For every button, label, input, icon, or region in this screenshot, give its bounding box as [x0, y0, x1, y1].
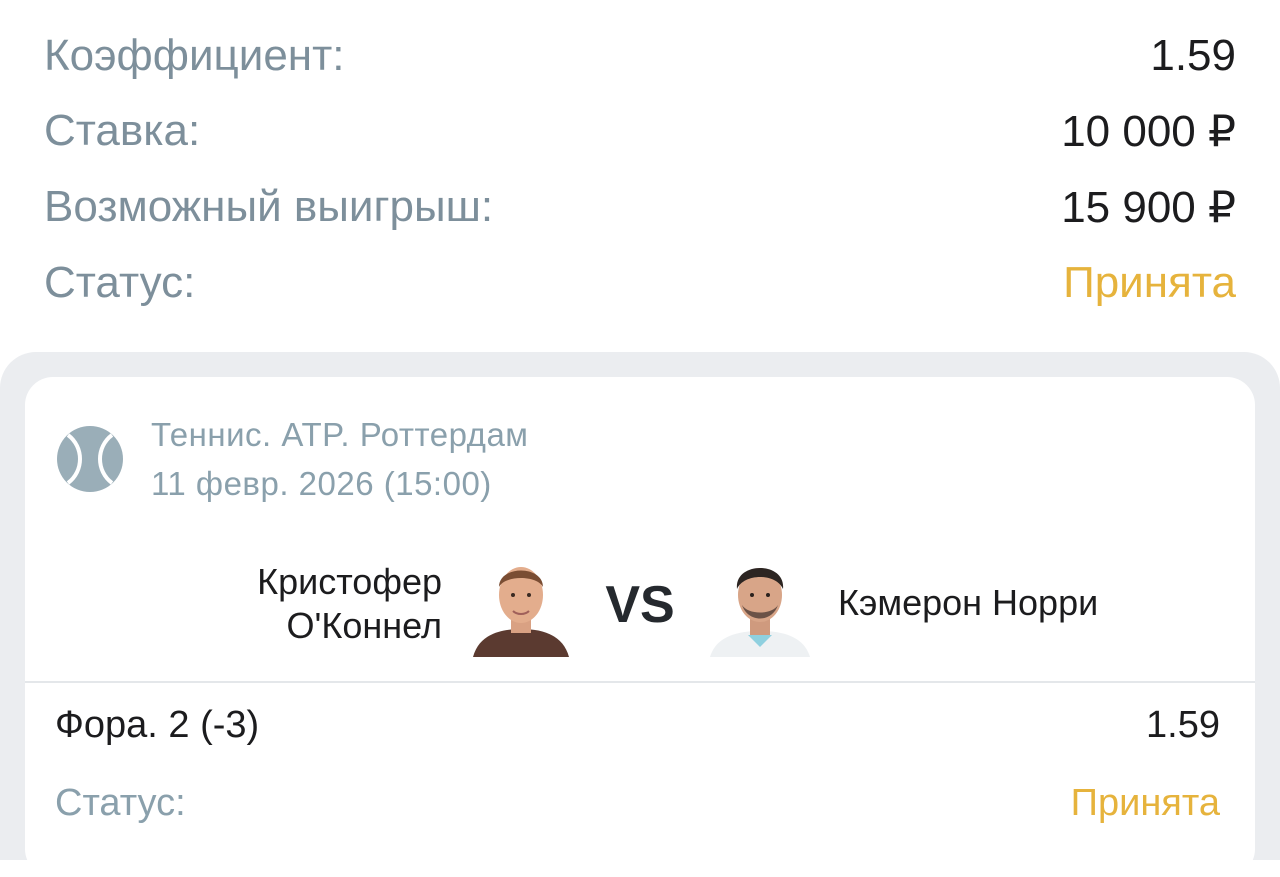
possible-win-row: Возможный выигрыш: 15 900 ₽ — [44, 177, 1236, 237]
player1-avatar — [473, 567, 569, 657]
status-row: Статус: Принята — [44, 253, 1236, 313]
status-label: Статус: — [44, 258, 196, 307]
possible-win-value: 15 900 ₽ — [1061, 182, 1236, 232]
coefficient-value: 1.59 — [1150, 31, 1236, 80]
stake-value: 10 000 ₽ — [1061, 106, 1236, 156]
bet-summary: Коэффициент: 1.59 Ставка: 10 000 ₽ Возмо… — [0, 0, 1280, 340]
card-divider — [25, 681, 1255, 683]
coefficient-label: Коэффициент: — [44, 31, 345, 80]
bet-market-row: Фора. 2 (-3) 1.59 — [55, 700, 1220, 750]
bet-status-label: Статус: — [55, 781, 186, 824]
player1-first-name: Кристофер — [257, 561, 442, 602]
stake-label: Ставка: — [44, 106, 201, 155]
bet-status-value: Принята — [1070, 781, 1220, 824]
player1-name: Кристофер О'Коннел — [142, 560, 442, 648]
player2-name: Кэмерон Норри — [838, 582, 1099, 623]
bet-odds: 1.59 — [1146, 703, 1220, 746]
stake-row: Ставка: 10 000 ₽ — [44, 101, 1236, 161]
coefficient-row: Коэффициент: 1.59 — [44, 26, 1236, 86]
bet-status-row: Статус: Принята — [55, 778, 1220, 828]
status-value: Принята — [1063, 258, 1236, 307]
player1-last-name: О'Коннел — [286, 605, 442, 646]
event-date: 11 февр. 2026 (15:00) — [151, 465, 492, 502]
possible-win-label: Возможный выигрыш: — [44, 182, 494, 231]
league-name: Теннис. ATP. Роттердам — [151, 416, 529, 453]
versus-label: VS — [605, 576, 675, 634]
tennis-ball-icon — [57, 426, 123, 492]
bet-market: Фора. 2 (-3) — [55, 703, 260, 746]
player2-avatar — [710, 568, 810, 657]
